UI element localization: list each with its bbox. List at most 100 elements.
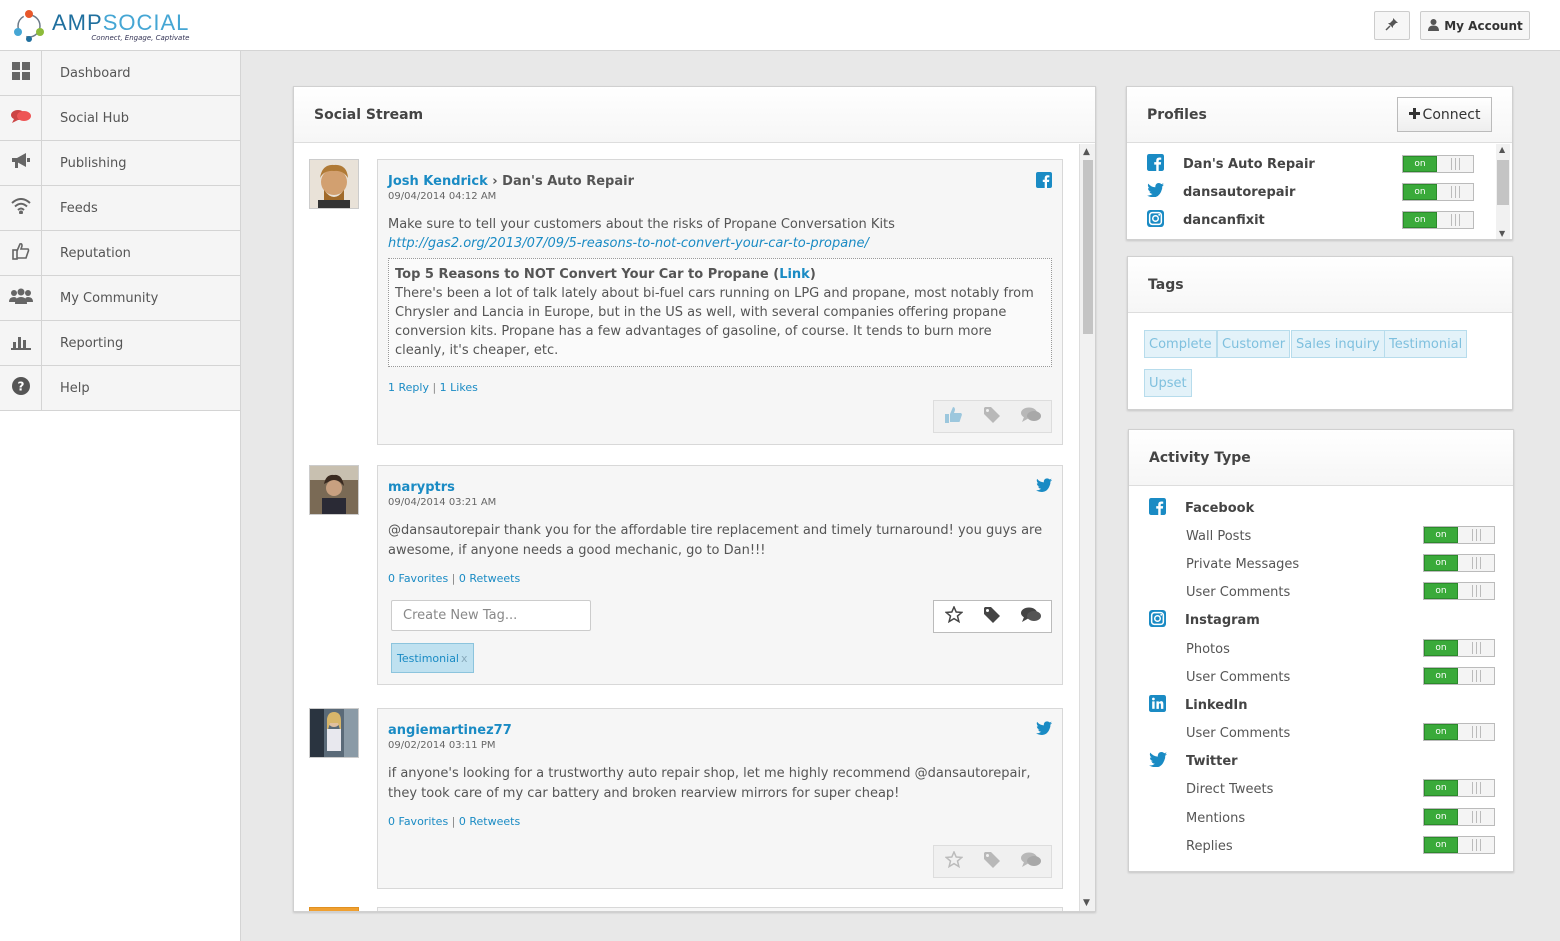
sidebar-item-help[interactable]: ? Help [0,366,240,411]
remove-tag-icon[interactable]: x [461,652,468,665]
activity-toggle[interactable]: on [1423,526,1495,544]
activity-label: Direct Tweets [1186,781,1274,797]
post-message: Make sure to tell your customers about t… [388,217,895,232]
pin-icon [1385,17,1399,35]
activity-group-label: Facebook [1185,500,1255,516]
post-timestamp: 09/04/2014 03:21 AM [388,497,497,508]
favorite-count[interactable]: 0 Favorites [388,815,448,828]
create-tag-input[interactable]: Create New Tag... [391,600,591,631]
comment-icon[interactable] [1020,607,1041,627]
scroll-thumb[interactable] [1083,160,1093,334]
comment-icon[interactable] [1020,407,1041,427]
sidebar-item-reporting[interactable]: Reporting [0,321,240,366]
scroll-thumb[interactable] [1497,160,1509,205]
connect-button[interactable]: Connect [1397,97,1492,132]
author-name[interactable]: Josh Kendrick [388,174,488,189]
tag-icon[interactable] [983,851,1000,872]
activity-toggle[interactable]: on [1423,554,1495,572]
author-name[interactable]: angiemartinez77 [388,723,512,738]
activity-toggle[interactable]: on [1423,836,1495,854]
facebook-icon[interactable] [1036,172,1052,192]
tag-icon[interactable] [983,606,1000,627]
avatar[interactable] [309,159,359,209]
post-timestamp: 09/02/2014 03:11 PM [388,740,496,751]
sidebar-item-my-community[interactable]: My Community [0,276,240,321]
comment-icon[interactable] [1020,852,1041,872]
activity-toggle[interactable]: on [1423,779,1495,797]
bar-chart-icon [10,332,31,354]
stream-scrollbar[interactable]: ▲ ▼ [1079,144,1095,911]
sidebar-item-reputation[interactable]: Reputation [0,231,240,276]
megaphone-icon [11,153,31,173]
retweet-count[interactable]: 0 Retweets [459,815,520,828]
post-item: maryptrs 09/04/2014 03:21 AM @dansautore… [309,465,1065,685]
sidebar-item-social-hub[interactable]: Social Hub [0,96,240,141]
post-stats: 0 Favorites | 0 Retweets [388,572,521,585]
sidebar-item-publishing[interactable]: Publishing [0,141,240,186]
logo-tagline: Connect, Engage, Captivate [91,33,190,42]
tag-upset[interactable]: Upset [1144,369,1192,397]
activity-group-label: Instagram [1185,612,1260,628]
svg-text:?: ? [17,380,24,394]
activity-toggle[interactable]: on [1423,723,1495,741]
user-icon [1427,18,1440,34]
activity-toggle[interactable]: on [1423,667,1495,685]
tag-sales-inquiry[interactable]: Sales inquiry [1291,330,1385,358]
preview-link[interactable]: Link [779,267,810,282]
people-icon [8,288,33,308]
activity-row: User Comments on [1129,723,1515,743]
pin-button[interactable] [1374,11,1410,40]
avatar[interactable] [309,708,359,758]
sidebar-item-label: Social Hub [60,110,129,126]
sidebar-item-dashboard[interactable]: Dashboard [0,51,240,96]
activity-group-label: LinkedIn [1185,697,1248,713]
sidebar-item-feeds[interactable]: Feeds [0,186,240,231]
profile-toggle[interactable]: on [1402,155,1474,173]
like-count[interactable]: 1 Likes [440,381,478,394]
twitter-icon [1147,183,1164,201]
logo-mark-icon [12,8,46,44]
app-logo[interactable]: AMPSOCIAL Connect, Engage, Captivate [12,6,189,46]
post-card: Josh Kendrick › Dan's Auto Repair 09/04/… [377,159,1063,445]
social-stream-panel: Social Stream Josh Kendrick › Dan's Auto… [293,86,1096,912]
twitter-icon[interactable] [1036,721,1052,739]
link-preview[interactable]: Top 5 Reasons to NOT Convert Your Car to… [388,258,1052,367]
activity-label: Wall Posts [1186,528,1252,544]
author-name[interactable]: maryptrs [388,480,455,495]
post-card: angiemartinez77 09/02/2014 03:11 PM if a… [377,708,1063,889]
star-icon[interactable] [943,850,964,872]
like-icon[interactable] [944,406,963,427]
profile-name: Dan's Auto Repair [1183,156,1315,172]
facebook-icon [1147,153,1164,175]
activity-toggle[interactable]: on [1423,582,1495,600]
activity-group-twitter: Twitter [1149,751,1535,771]
avatar[interactable] [309,465,359,515]
post-timestamp: 09/04/2014 04:12 AM [388,191,497,202]
post-target[interactable]: Dan's Auto Repair [502,174,634,189]
activity-group-facebook: Facebook [1149,497,1535,518]
scroll-down-icon[interactable]: ▼ [1083,898,1090,908]
activity-toggle[interactable]: on [1423,639,1495,657]
retweet-count[interactable]: 0 Retweets [459,572,520,585]
favorite-count[interactable]: 0 Favorites [388,572,448,585]
profiles-scrollbar[interactable]: ▲ ▼ [1496,144,1510,239]
reply-count[interactable]: 1 Reply [388,381,429,394]
my-account-button[interactable]: My Account [1420,11,1530,40]
tag-complete[interactable]: Complete [1144,330,1217,358]
scroll-up-icon[interactable]: ▲ [1499,145,1505,154]
activity-toggle[interactable]: on [1423,808,1495,826]
post-link[interactable]: http://gas2.org/2013/07/09/5-reasons-to-… [388,236,869,251]
profile-toggle[interactable]: on [1402,211,1474,229]
stream-list[interactable]: Josh Kendrick › Dan's Auto Repair 09/04/… [294,144,1080,911]
tag-customer[interactable]: Customer [1217,330,1291,358]
avatar[interactable] [309,907,359,911]
activity-row: Mentions on [1129,808,1515,828]
scroll-down-icon[interactable]: ▼ [1499,229,1505,238]
star-icon[interactable] [943,605,964,627]
tag-chip-testimonial[interactable]: Testimonial x [391,643,474,673]
twitter-icon[interactable] [1036,478,1052,496]
scroll-up-icon[interactable]: ▲ [1083,147,1090,157]
tag-icon[interactable] [983,406,1000,427]
tag-testimonial[interactable]: Testimonial [1384,330,1468,358]
profile-toggle[interactable]: on [1402,183,1474,201]
